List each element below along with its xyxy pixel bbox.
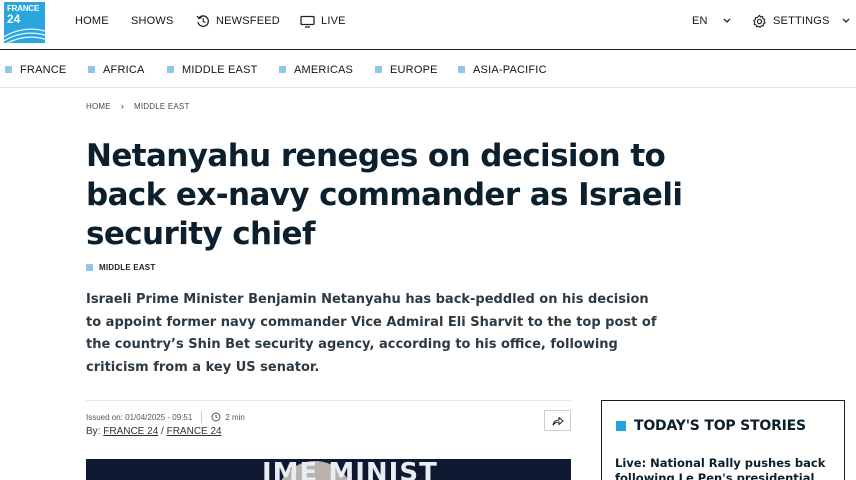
nav-newsfeed[interactable]: NEWSFEED bbox=[196, 14, 280, 28]
chevron-down-icon bbox=[723, 18, 731, 23]
author-link[interactable]: FRANCE 24 bbox=[103, 426, 158, 437]
region-bullet bbox=[88, 66, 95, 73]
share-arrow-icon bbox=[552, 416, 563, 425]
divider bbox=[86, 400, 571, 401]
language-selector[interactable]: EN bbox=[692, 14, 734, 28]
nav-live[interactable]: LIVE bbox=[300, 14, 346, 28]
breadcrumb: HOME › MIDDLE EAST bbox=[86, 101, 190, 111]
article-lead: Israeli Prime Minister Benjamin Netanyah… bbox=[86, 292, 657, 375]
breadcrumb-separator-icon: › bbox=[120, 101, 125, 111]
title-bullet bbox=[616, 421, 626, 431]
region-bullet bbox=[458, 66, 465, 73]
issued-date: Issued on: 01/04/2025 - 09:51 bbox=[86, 412, 193, 422]
share-button[interactable] bbox=[544, 410, 571, 431]
top-story-link[interactable]: Live: National Rally pushes back followi… bbox=[615, 456, 835, 480]
tag-bullet bbox=[86, 264, 93, 271]
breadcrumb-section[interactable]: MIDDLE EAST bbox=[134, 102, 190, 111]
history-icon bbox=[196, 15, 209, 27]
hero-backdrop-text: IME MINIST bbox=[262, 459, 438, 480]
nav-shows[interactable]: SHOWS bbox=[131, 14, 174, 28]
top-stories-panel: TODAY'S TOP STORIES Live: National Rally… bbox=[601, 400, 845, 480]
breadcrumb-home[interactable]: HOME bbox=[86, 102, 111, 111]
byline-label: By: bbox=[86, 426, 101, 437]
tv-icon bbox=[300, 15, 315, 28]
region-navigation: FRANCE AFRICA MIDDLE EAST AMERICAS EUROP… bbox=[0, 51, 856, 88]
top-stories-title: TODAY'S TOP STORIES bbox=[616, 418, 806, 434]
byline: By: FRANCE 24 / FRANCE 24 bbox=[86, 426, 222, 437]
region-middle-east[interactable]: MIDDLE EAST bbox=[167, 63, 258, 76]
top-navigation: FRANCE 24 HOME SHOWS NEWSFEED LIVE EN SE… bbox=[0, 0, 856, 50]
article-category-tag[interactable]: MIDDLE EAST bbox=[86, 263, 155, 272]
region-americas[interactable]: AMERICAS bbox=[279, 63, 353, 76]
region-bullet bbox=[5, 66, 12, 73]
read-time: 2 min bbox=[225, 412, 245, 422]
article-headline: Netanyahu reneges on decision to back ex… bbox=[86, 138, 683, 252]
gear-icon bbox=[753, 14, 766, 28]
region-africa[interactable]: AFRICA bbox=[88, 63, 145, 76]
region-asia-pacific[interactable]: ASIA-PACIFIC bbox=[458, 63, 547, 76]
meta-separator bbox=[201, 411, 203, 423]
region-bullet bbox=[375, 66, 382, 73]
nav-home[interactable]: HOME bbox=[75, 14, 109, 28]
region-france[interactable]: FRANCE bbox=[5, 63, 66, 76]
settings-button[interactable]: SETTINGS bbox=[752, 14, 852, 28]
chevron-down-icon bbox=[842, 18, 850, 23]
region-bullet bbox=[167, 66, 174, 73]
article-meta: Issued on: 01/04/2025 - 09:51 2 min bbox=[86, 411, 245, 423]
article-hero-image: IME MINIST bbox=[86, 459, 571, 480]
region-europe[interactable]: EUROPE bbox=[375, 63, 438, 76]
region-bullet bbox=[279, 66, 286, 73]
france24-logo[interactable]: FRANCE 24 bbox=[4, 2, 45, 43]
clock-icon bbox=[211, 412, 221, 422]
logo-number: 24 bbox=[7, 12, 21, 26]
author-link[interactable]: FRANCE 24 bbox=[167, 426, 222, 437]
author-separator: / bbox=[161, 426, 164, 437]
